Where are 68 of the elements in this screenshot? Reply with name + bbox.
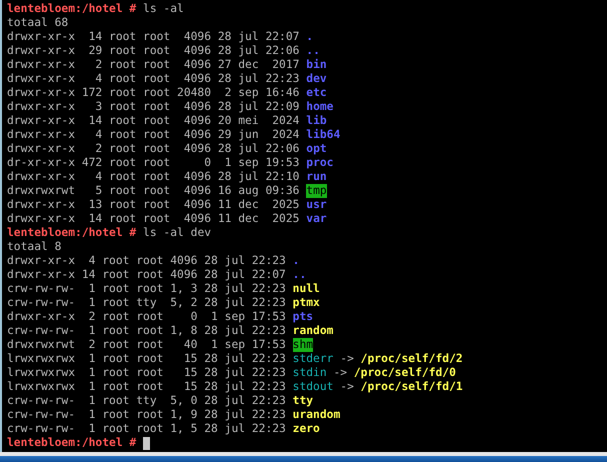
file-name: usr [306, 198, 327, 212]
file-details: crw-rw-rw- 1 root root 1, 5 28 jul 22:23 [7, 422, 286, 436]
file-details: drwxr-xr-x 4 root root 4096 28 jul 22:23 [7, 72, 300, 86]
file-name: . [292, 254, 300, 268]
file-details: drwxrwxrwt 2 root root 40 1 sep 17:53 [7, 338, 286, 352]
file-details: drwxr-xr-x 14 root root 4096 28 jul 22:07 [7, 30, 300, 44]
command-text: ls -al [143, 2, 184, 16]
link-target: /proc/self/fd/0 [354, 366, 456, 380]
output-text: totaal 68 [7, 16, 68, 30]
file-name: tmp [306, 184, 327, 198]
shell-prompt: lentebloem:/hotel # [7, 436, 136, 450]
file-details: drwxr-xr-x 14 root root 4096 11 dec 2025 [7, 212, 300, 226]
file-name: . [306, 30, 314, 44]
file-details: dr-xr-xr-x 472 root root 0 1 sep 19:53 [7, 156, 300, 170]
file-details: crw-rw-rw- 1 root root 1, 3 28 jul 22:23 [7, 282, 286, 296]
file-name: tty [292, 394, 314, 408]
file-name: .. [292, 268, 306, 282]
file-name: lib64 [306, 128, 340, 142]
file-name: urandom [292, 408, 340, 422]
shell-prompt: lentebloem:/hotel # [7, 226, 136, 240]
file-name: dev [306, 72, 327, 86]
file-name: ptmx [292, 296, 320, 310]
file-details: crw-rw-rw- 1 root root 1, 8 28 jul 22:23 [7, 324, 286, 338]
file-name: zero [292, 422, 320, 436]
file-name: shm [292, 338, 314, 352]
file-name: opt [306, 142, 327, 156]
link-target: /proc/self/fd/1 [360, 380, 463, 394]
file-name: var [306, 212, 327, 226]
file-details: drwxr-xr-x 2 root root 0 1 sep 17:53 [7, 310, 286, 324]
file-details: drwxr-xr-x 4 root root 4096 28 jul 22:23 [7, 254, 286, 268]
file-details: drwxr-xr-x 14 root root 4096 28 jul 22:07 [7, 268, 286, 282]
file-details: drwxr-xr-x 29 root root 4096 28 jul 22:06 [7, 44, 300, 58]
file-name: home [306, 100, 334, 114]
file-name: null [292, 282, 320, 296]
file-name: stdin [292, 366, 327, 380]
file-details: crw-rw-rw- 1 root root 1, 9 28 jul 22:23 [7, 408, 286, 422]
file-name: .. [306, 44, 320, 58]
symlink-arrow: -> [333, 366, 348, 380]
file-name: proc [306, 156, 334, 170]
file-details: drwxr-xr-x 172 root root 20480 2 sep 16:46 [7, 86, 300, 100]
file-name: lib [306, 114, 327, 128]
file-details: drwxr-xr-x 2 root root 4096 28 jul 22:06 [7, 142, 300, 156]
file-details: drwxr-xr-x 2 root root 4096 27 dec 2017 [7, 58, 300, 72]
output-text: totaal 8 [7, 240, 62, 254]
file-details: drwxr-xr-x 14 root root 4096 20 mei 2024 [7, 114, 300, 128]
link-target: /proc/self/fd/2 [360, 352, 463, 366]
file-details: crw-rw-rw- 1 root tty 5, 2 28 jul 22:23 [7, 296, 286, 310]
file-details: lrwxrwxrwx 1 root root 15 28 jul 22:23 [7, 380, 286, 394]
file-name: bin [306, 58, 327, 72]
file-details: crw-rw-rw- 1 root tty 5, 0 28 jul 22:23 [7, 394, 286, 408]
shell-prompt: lentebloem:/hotel # [7, 2, 136, 16]
file-details: drwxr-xr-x 13 root root 4096 11 dec 2025 [7, 198, 300, 212]
command-text: ls -al dev [143, 226, 212, 240]
file-details: drwxr-xr-x 4 root root 4096 28 jul 22:10 [7, 170, 300, 184]
file-name: run [306, 170, 327, 184]
file-details: lrwxrwxrwx 1 root root 15 28 jul 22:23 [7, 352, 286, 366]
file-details: drwxr-xr-x 4 root root 4096 29 jun 2024 [7, 128, 300, 142]
file-details: drwxr-xr-x 3 root root 4096 28 jul 22:09 [7, 100, 300, 114]
file-name: stderr [292, 352, 334, 366]
file-name: pts [292, 310, 314, 324]
text-cursor [143, 436, 150, 450]
file-details: drwxrwxrwt 5 root root 4096 16 aug 09:36 [7, 184, 300, 198]
file-name: etc [306, 86, 327, 100]
file-name: stdout [292, 380, 334, 394]
symlink-arrow: -> [340, 380, 354, 394]
symlink-arrow: -> [340, 352, 354, 366]
file-name: random [292, 324, 334, 338]
file-details: lrwxrwxrwx 1 root root 15 28 jul 22:23 [7, 366, 286, 380]
